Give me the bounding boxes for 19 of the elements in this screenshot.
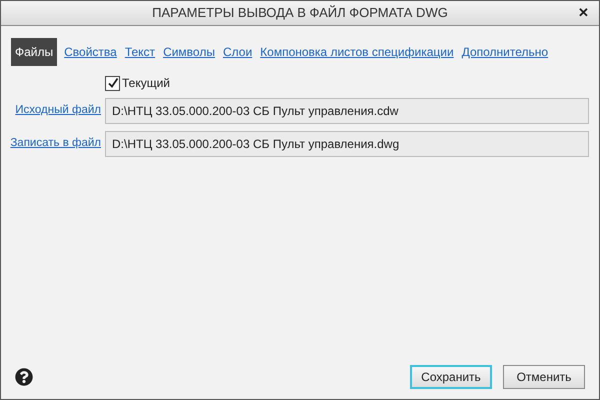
close-button[interactable]: ✕ — [574, 4, 593, 22]
tab[interactable]: Компоновка листов спецификации — [259, 43, 455, 61]
dialog-button[interactable]: Отменить — [503, 365, 585, 389]
tab[interactable]: Слои — [222, 43, 254, 61]
check-icon — [106, 77, 118, 89]
tab[interactable]: Свойства — [63, 43, 118, 61]
field-link[interactable]: Исходный файл — [1, 102, 101, 120]
checkbox[interactable] — [105, 76, 120, 90]
tab[interactable]: Текст — [124, 43, 156, 61]
input-field[interactable]: D:\НТЦ 33.05.000.200-03 СБ Пульт управления.dwg — [105, 131, 589, 157]
tab[interactable]: Файлы — [11, 38, 58, 66]
window-title: ПАРАМЕТРЫ ВЫВОДА В ФАЙЛ ФОРМАТА DWG — [152, 4, 448, 22]
help-icon[interactable] — [15, 368, 33, 386]
field-link[interactable]: Записать в файл — [1, 135, 101, 153]
input-field[interactable]: D:\НТЦ 33.05.000.200-03 СБ Пульт управления.cdw — [105, 98, 589, 124]
checkbox-label: Текущий — [122, 75, 170, 92]
tab[interactable]: Символы — [162, 43, 216, 61]
dialog-button[interactable]: Сохранить — [410, 365, 492, 389]
tab[interactable]: Дополнительно — [460, 43, 550, 61]
